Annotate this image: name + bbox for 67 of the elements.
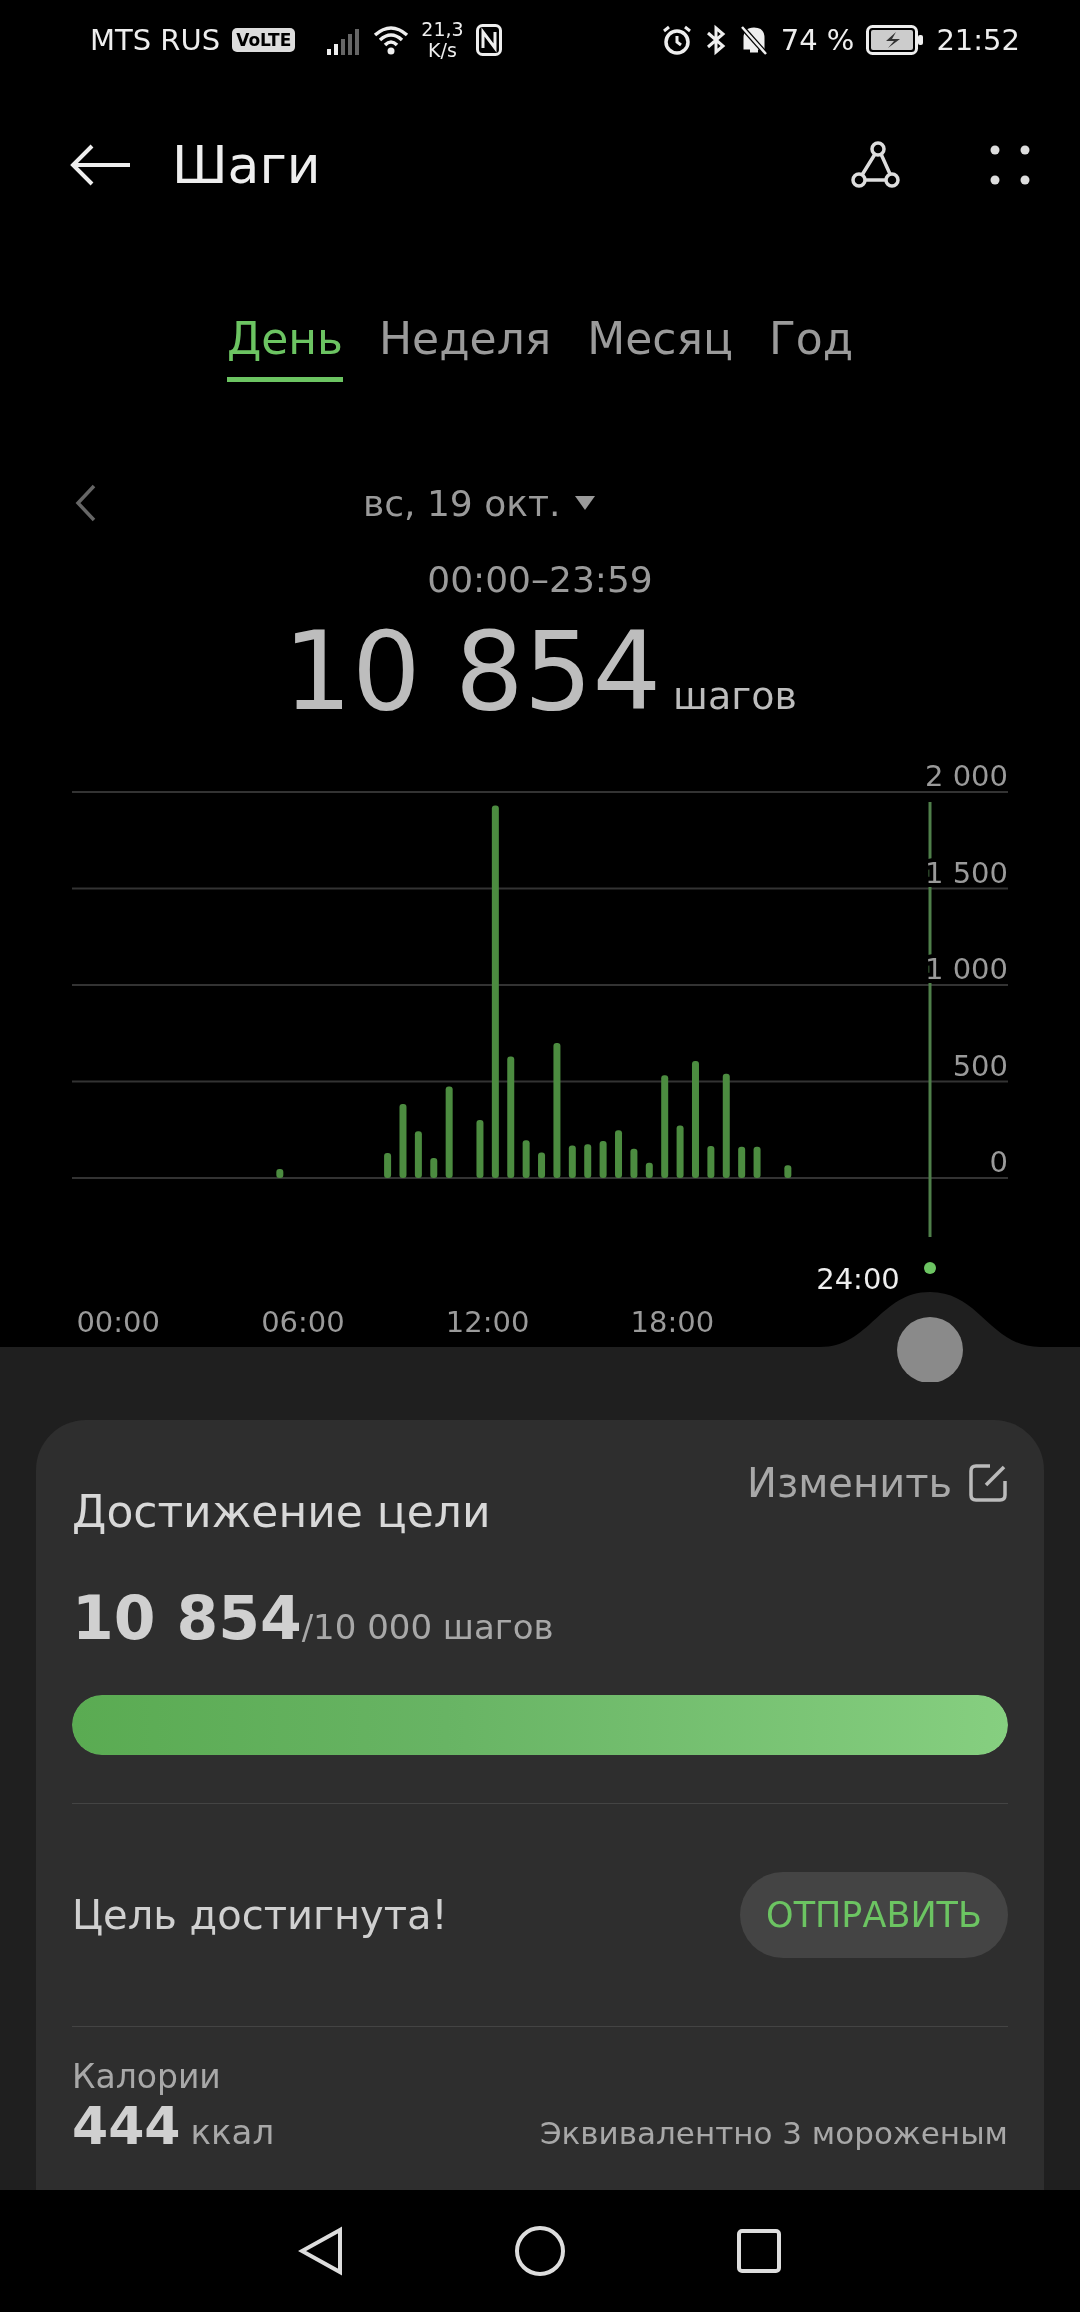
battery-percent: 74 % (780, 23, 855, 57)
bar (738, 1146, 746, 1178)
step-unit: шагов (673, 674, 797, 718)
edit-button[interactable]: Изменить (747, 1460, 1008, 1506)
bluetooth-icon (704, 24, 727, 56)
bar (476, 1119, 484, 1178)
bar (522, 1140, 530, 1178)
calories-unit: ккал (190, 2112, 275, 2152)
previous-day-button[interactable] (75, 483, 97, 523)
bar (645, 1162, 653, 1178)
bar (430, 1158, 438, 1178)
bar (707, 1145, 715, 1178)
bar (753, 1146, 761, 1178)
axis-label: 2 000 (924, 762, 1008, 793)
bar (584, 1144, 592, 1178)
bar (384, 1153, 392, 1178)
bar (676, 1125, 684, 1178)
cursor-label: 24:00 (816, 1262, 900, 1296)
cursor-dot (924, 1262, 936, 1274)
step-count: 10 854 (283, 617, 662, 727)
nfc-icon (475, 24, 502, 56)
volte-badge: VoLTE (232, 28, 296, 52)
share-button[interactable]: ОТПРАВИТЬ (740, 1872, 1008, 1958)
muted-bell-icon (738, 24, 769, 56)
bar (414, 1131, 422, 1178)
goal-progress-count: 10 854 (72, 1583, 302, 1653)
axis-label: 500 (952, 1048, 1008, 1083)
clock-time: 21:52 (936, 23, 1020, 57)
calories-equivalent: Эквивалентно 3 мороженым (539, 2115, 1008, 2151)
card-title: Достижение цели (72, 1486, 491, 1537)
axis-label: 00:00 (76, 1305, 160, 1339)
slider-handle[interactable] (897, 1317, 963, 1382)
axis-label: 0 (989, 1145, 1008, 1179)
bar (599, 1140, 607, 1178)
calories-label: Калории (72, 2057, 222, 2096)
goal-status: Цель достигнута! (72, 1892, 448, 1938)
recents-nav-button[interactable] (736, 2228, 782, 2274)
period-tab[interactable]: День (226, 310, 344, 382)
page-title: Шаги (172, 135, 322, 195)
carrier-name: MTS RUS (90, 23, 221, 57)
bar (615, 1130, 622, 1178)
network-speed: 21,3 K/s (421, 19, 464, 61)
axis-label: 06:00 (261, 1305, 345, 1339)
period-tab[interactable]: Год (768, 310, 854, 382)
wifi-icon (373, 25, 410, 55)
period-tab[interactable]: Месяц (587, 310, 733, 382)
alarm-icon (660, 24, 693, 56)
bar (538, 1152, 546, 1178)
home-nav-button[interactable] (514, 2225, 566, 2277)
date-selector[interactable]: вс, 19 окт. (357, 481, 603, 525)
route-button[interactable] (850, 140, 900, 190)
battery-charging-icon (866, 25, 925, 55)
time-range: 00:00–23:59 (426, 558, 654, 602)
bar (276, 1169, 284, 1178)
more-button[interactable] (990, 145, 1030, 185)
back-nav-button[interactable] (298, 2226, 344, 2276)
bar (568, 1145, 576, 1178)
bar (630, 1148, 638, 1178)
axis-label: 12:00 (445, 1305, 530, 1339)
edit-icon (968, 1463, 1008, 1503)
back-button[interactable] (70, 143, 132, 187)
calories-value: 444 (72, 2096, 181, 2156)
period-tab[interactable]: Неделя (379, 310, 552, 382)
dropdown-caret-icon (574, 495, 597, 511)
goal-target: /10 000 шагов (301, 1607, 554, 1647)
bar (784, 1165, 792, 1178)
axis-label: 18:00 (630, 1305, 715, 1339)
